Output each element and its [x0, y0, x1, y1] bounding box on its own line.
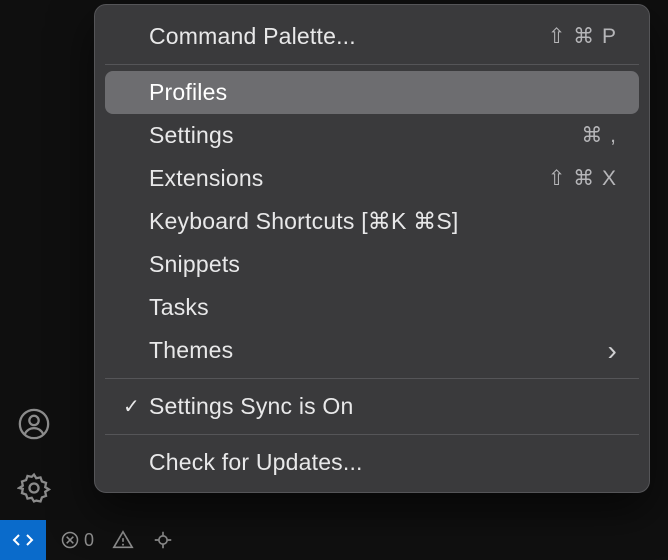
accounts-icon[interactable]	[0, 392, 68, 456]
menu-item-extensions[interactable]: Extensions⇧ ⌘ X	[105, 157, 639, 200]
check-icon: ✓	[123, 394, 149, 419]
menu-item-label: Keyboard Shortcuts [⌘K ⌘S]	[149, 208, 617, 235]
menu-item-label: Settings Sync is On	[149, 393, 617, 420]
menu-item-settings-sync-is-on[interactable]: ✓Settings Sync is On	[105, 385, 639, 428]
menu-item-settings[interactable]: Settings⌘ ,	[105, 114, 639, 157]
status-warnings[interactable]	[112, 529, 134, 551]
status-errors[interactable]: 0	[60, 530, 94, 551]
status-ports[interactable]	[152, 529, 174, 551]
chevron-right-icon: ›	[607, 337, 617, 365]
remote-indicator[interactable]	[0, 520, 46, 560]
status-errors-count: 0	[84, 530, 94, 551]
menu-separator	[105, 378, 639, 379]
menu-item-label: Check for Updates...	[149, 449, 617, 476]
menu-item-shortcut: ⇧ ⌘ X	[548, 166, 617, 191]
menu-item-keyboard-shortcuts-k-s[interactable]: Keyboard Shortcuts [⌘K ⌘S]	[105, 200, 639, 243]
menu-separator	[105, 434, 639, 435]
menu-item-snippets[interactable]: Snippets	[105, 243, 639, 286]
gear-icon[interactable]	[0, 456, 68, 520]
menu-item-label: Snippets	[149, 251, 617, 278]
menu-item-command-palette[interactable]: Command Palette...⇧ ⌘ P	[105, 15, 639, 58]
menu-item-label: Settings	[149, 122, 581, 149]
manage-menu: Command Palette...⇧ ⌘ P Profiles Settings⌘…	[94, 4, 650, 493]
menu-item-check-for-updates[interactable]: Check for Updates...	[105, 441, 639, 484]
menu-item-label: Tasks	[149, 294, 617, 321]
menu-item-label: Themes	[149, 337, 607, 364]
app-root: 0 Command Palette...⇧ ⌘ P Profiles Setting…	[0, 0, 668, 560]
menu-separator	[105, 64, 639, 65]
menu-item-tasks[interactable]: Tasks	[105, 286, 639, 329]
activity-bar	[0, 0, 68, 520]
menu-item-label: Command Palette...	[149, 23, 548, 50]
menu-item-label: Extensions	[149, 165, 548, 192]
menu-item-shortcut: ⇧ ⌘ P	[548, 24, 617, 49]
menu-item-shortcut: ⌘ ,	[581, 123, 617, 148]
menu-item-profiles[interactable]: Profiles	[105, 71, 639, 114]
menu-item-label: Profiles	[149, 79, 617, 106]
status-bar: 0	[46, 520, 668, 560]
menu-item-themes[interactable]: Themes›	[105, 329, 639, 372]
